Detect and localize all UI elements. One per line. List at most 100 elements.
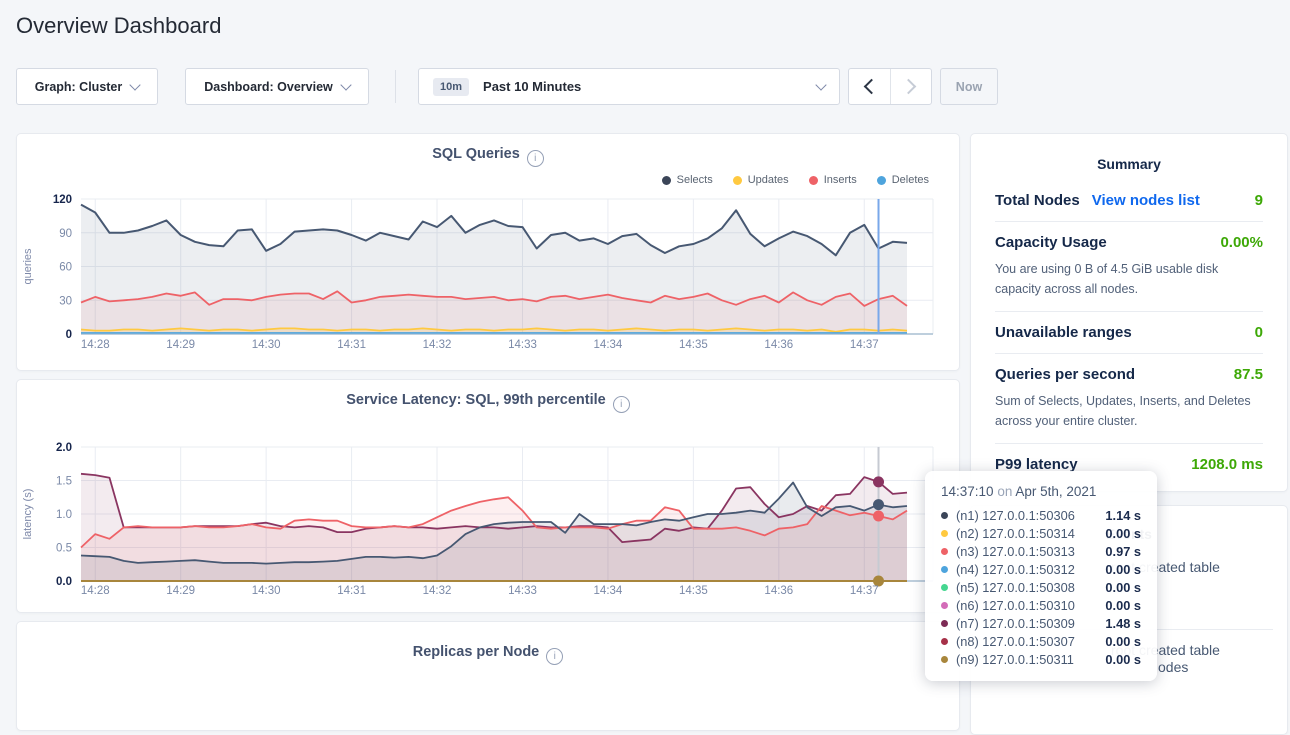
node-color-dot (941, 512, 948, 519)
node-latency-value: 0.00 s (1105, 634, 1141, 649)
node-address: (n6) 127.0.0.1:50310 (956, 598, 1075, 613)
total-nodes-value: 9 (1255, 192, 1263, 209)
legend-dot (877, 176, 886, 185)
node-color-dot (941, 638, 948, 645)
node-latency-value: 0.00 s (1105, 598, 1141, 613)
tooltip-node-rows: (n1) 127.0.0.1:503061.14 s(n2) 127.0.0.1… (941, 506, 1141, 668)
node-color-dot (941, 602, 948, 609)
capacity-usage-note: You are using 0 B of 4.5 GiB usable disk… (995, 259, 1263, 299)
node-color-dot (941, 566, 948, 573)
time-forward-button[interactable] (891, 69, 932, 104)
node-color-dot (941, 530, 948, 537)
svg-text:14:36: 14:36 (764, 585, 793, 597)
legend-item-inserts[interactable]: Inserts (809, 174, 857, 186)
service-latency-chart-card: Service Latency: SQL, 99th percentilei 0… (16, 379, 960, 613)
svg-text:0.5: 0.5 (56, 543, 72, 555)
time-range-selector[interactable]: 10m Past 10 Minutes (418, 68, 840, 105)
service-latency-plot[interactable]: 0.00.51.01.52.014:2814:2914:3014:3114:32… (17, 380, 961, 614)
graph-dropdown[interactable]: Graph: Cluster (16, 68, 158, 105)
svg-text:14:31: 14:31 (337, 585, 366, 597)
svg-text:60: 60 (59, 262, 72, 274)
legend-label: Inserts (824, 174, 857, 186)
info-icon[interactable]: i (527, 150, 544, 167)
svg-text:14:34: 14:34 (594, 585, 623, 597)
page-title: Overview Dashboard (16, 13, 221, 39)
svg-text:90: 90 (59, 228, 72, 240)
view-nodes-list-link[interactable]: View nodes list (1092, 192, 1200, 209)
legend-dot (809, 176, 818, 185)
svg-text:14:37: 14:37 (850, 585, 879, 597)
time-back-button[interactable] (849, 69, 891, 104)
tooltip-on-text: on (997, 484, 1012, 499)
legend-item-selects[interactable]: Selects (662, 174, 713, 186)
capacity-usage-value: 0.00% (1220, 234, 1263, 251)
divider (995, 221, 1263, 222)
svg-text:14:30: 14:30 (252, 339, 281, 351)
svg-text:14:32: 14:32 (423, 585, 452, 597)
info-icon[interactable]: i (546, 648, 563, 665)
chevron-right-icon (901, 79, 917, 95)
divider (995, 443, 1263, 444)
divider (995, 353, 1263, 354)
svg-text:14:28: 14:28 (81, 585, 110, 597)
svg-text:14:35: 14:35 (679, 339, 708, 351)
node-latency-value: 0.00 s (1105, 580, 1141, 595)
legend-label: Selects (677, 174, 713, 186)
summary-total-nodes-row: Total Nodes View nodes list 9 (995, 192, 1263, 209)
svg-text:14:36: 14:36 (764, 339, 793, 351)
now-button[interactable]: Now (940, 68, 998, 105)
summary-qps-row: Queries per second 87.5 (995, 366, 1263, 383)
node-address: (n4) 127.0.0.1:50312 (956, 562, 1075, 577)
queries-per-second-label: Queries per second (995, 366, 1135, 383)
info-icon[interactable]: i (613, 396, 630, 413)
event-item-continued: odes (1158, 659, 1188, 675)
svg-text:1.0: 1.0 (56, 509, 72, 521)
node-address: (n5) 127.0.0.1:50308 (956, 580, 1075, 595)
legend-label: Deletes (892, 174, 929, 186)
legend-item-deletes[interactable]: Deletes (877, 174, 929, 186)
svg-text:14:29: 14:29 (166, 339, 195, 351)
tooltip-node-row: (n4) 127.0.0.1:50312 0.00 s (941, 560, 1141, 578)
svg-text:latency (s): latency (s) (22, 489, 34, 540)
tooltip-node-row: (n5) 127.0.0.1:50308 0.00 s (941, 578, 1141, 596)
tooltip-date: Apr 5th, 2021 (1015, 484, 1096, 499)
sql-queries-plot[interactable]: 030609012014:2814:2914:3014:3114:3214:33… (17, 134, 961, 372)
svg-text:14:34: 14:34 (594, 339, 623, 351)
total-nodes-label: Total Nodes (995, 192, 1080, 209)
tooltip-node-row: (n7) 127.0.0.1:503091.48 s (941, 614, 1141, 632)
tooltip-node-row: (n9) 127.0.0.1:503110.00 s (941, 650, 1141, 668)
legend-dot (662, 176, 671, 185)
node-latency-value: 0.00 s (1105, 562, 1141, 577)
svg-text:30: 30 (59, 295, 72, 307)
svg-text:queries: queries (22, 248, 34, 285)
svg-text:14:31: 14:31 (337, 339, 366, 351)
replicas-chart-title: Replicas per Node i (17, 644, 959, 665)
chevron-down-icon (340, 79, 351, 90)
queries-per-second-value: 87.5 (1234, 366, 1263, 383)
chart-title-text: Replicas per Node (413, 644, 540, 660)
dashboard-dropdown[interactable]: Dashboard: Overview (185, 68, 369, 105)
sql-chart-legend: Selects Updates Inserts Deletes (662, 174, 929, 186)
time-nav-arrows (848, 68, 932, 105)
node-latency-value: 0.00 s (1105, 652, 1141, 667)
node-color-dot (941, 620, 948, 627)
summary-title: Summary (995, 156, 1263, 172)
node-address: (n7) 127.0.0.1:50309 (956, 616, 1075, 631)
node-latency-value: 0.97 s (1105, 544, 1141, 559)
svg-text:14:33: 14:33 (508, 339, 537, 351)
service-latency-chart-title: Service Latency: SQL, 99th percentilei (17, 392, 959, 413)
chart-title-text: SQL Queries (432, 146, 520, 162)
legend-item-updates[interactable]: Updates (733, 174, 789, 186)
tooltip-node-row: (n8) 127.0.0.1:503070.00 s (941, 632, 1141, 650)
legend-label: Updates (748, 174, 789, 186)
chart-hover-tooltip: 14:37:10 on Apr 5th, 2021 (n1) 127.0.0.1… (925, 471, 1157, 681)
svg-text:120: 120 (53, 194, 72, 206)
time-range-label: Past 10 Minutes (483, 79, 581, 94)
tooltip-node-row: (n6) 127.0.0.1:50310 0.00 s (941, 596, 1141, 614)
time-range-badge: 10m (433, 78, 469, 96)
graph-dropdown-label: Graph: Cluster (35, 80, 123, 94)
tooltip-node-row: (n2) 127.0.0.1:503140.00 s (941, 524, 1141, 542)
node-address: (n1) 127.0.0.1:50306 (956, 508, 1075, 523)
svg-text:14:37: 14:37 (850, 339, 879, 351)
svg-text:0.0: 0.0 (56, 576, 72, 588)
